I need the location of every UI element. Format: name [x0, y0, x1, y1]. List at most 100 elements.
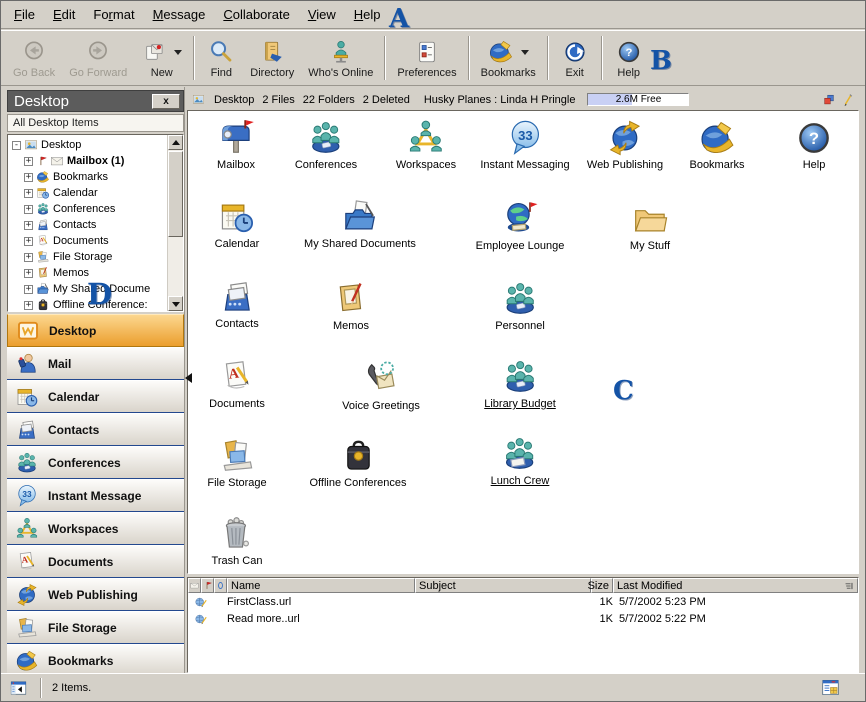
tree-item-conferences[interactable]: + Conferences	[8, 201, 183, 217]
directory-button[interactable]: Directory	[243, 33, 301, 83]
menu-format[interactable]: Format	[84, 4, 143, 25]
tree-item-contacts[interactable]: + Contacts	[8, 217, 183, 233]
desktop-item-trash-can[interactable]: Trash Can	[212, 515, 263, 567]
desktop-header-bar: Desktop 2 Files 22 Folders 2 Deleted Hus…	[187, 89, 859, 110]
menu-collaborate[interactable]: Collaborate	[214, 4, 299, 25]
whos-online-button[interactable]: Who's Online	[301, 33, 380, 83]
menu-view[interactable]: View	[299, 4, 345, 25]
expand-toggle[interactable]: +	[24, 189, 33, 198]
file-row-read-more-url[interactable]: Read more..url 1K 5/7/2002 5:22 PM	[188, 610, 858, 627]
menu-file[interactable]: File	[5, 4, 44, 25]
file-row-firstclass-url[interactable]: FirstClass.url 1K 5/7/2002 5:23 PM	[188, 593, 858, 610]
desktop-item-calendar[interactable]: Calendar	[215, 198, 260, 250]
edit-pencil-icon[interactable]	[841, 93, 855, 107]
desktop-item-personnel[interactable]: Personnel	[495, 280, 545, 332]
desktop-item-my-stuff[interactable]: My Stuff	[630, 200, 670, 252]
desktop-item-conferences[interactable]: Conferences	[295, 119, 357, 171]
desktop-item-contacts[interactable]: Contacts	[215, 278, 258, 330]
expand-toggle[interactable]: +	[24, 237, 33, 246]
desktop-item-mailbox[interactable]: Mailbox	[217, 119, 255, 171]
sidebar-item-instant-message[interactable]: Instant Message	[7, 479, 184, 512]
new-button[interactable]: New	[134, 33, 189, 83]
sidebar-item-documents[interactable]: Documents	[7, 545, 184, 578]
sidebar-item-file-storage[interactable]: File Storage	[7, 611, 184, 644]
desktop-item-lunch-crew[interactable]: Lunch Crew	[491, 435, 550, 487]
flag-column-header[interactable]	[201, 578, 214, 593]
desktop-item-instant-messaging[interactable]: Instant Messaging	[480, 119, 569, 171]
sidebar-item-workspaces[interactable]: Workspaces	[7, 512, 184, 545]
menu-edit[interactable]: Edit	[44, 4, 84, 25]
desktop-item-file-storage[interactable]: File Storage	[207, 437, 266, 489]
expand-toggle[interactable]: +	[24, 285, 33, 294]
scrollbar-thumb[interactable]	[168, 151, 183, 237]
attachment-column-header[interactable]	[214, 578, 227, 593]
splitter-collapse-arrow[interactable]	[180, 373, 192, 383]
help-button[interactable]: Help	[607, 33, 651, 83]
go-back-button[interactable]: Go Back	[6, 33, 62, 83]
new-dropdown-arrow[interactable]	[174, 50, 182, 59]
calendar-icon	[15, 385, 39, 409]
sort-menu-icon[interactable]	[844, 581, 854, 591]
column-header-last-modified[interactable]: Last Modified	[613, 578, 858, 593]
collapse-toggle[interactable]: -	[12, 141, 21, 150]
tree-item-documents[interactable]: + Documents	[8, 233, 183, 249]
sidebar-item-contacts[interactable]: Contacts	[7, 413, 184, 446]
bookmarks-dropdown-arrow[interactable]	[521, 50, 529, 59]
pages-view-icon[interactable]	[822, 93, 836, 107]
menu-help[interactable]: Help	[345, 4, 390, 25]
preferences-button[interactable]: Preferences	[390, 33, 463, 83]
expand-toggle[interactable]: +	[24, 173, 33, 182]
expand-toggle[interactable]: +	[24, 221, 33, 230]
scroll-down-button[interactable]	[168, 296, 183, 311]
exit-button[interactable]: Exit	[553, 33, 597, 83]
expand-toggle[interactable]: +	[24, 253, 33, 262]
desktop-item-documents[interactable]: Documents	[209, 358, 265, 410]
split-view-toggle-icon[interactable]	[9, 679, 28, 697]
go-forward-button[interactable]: Go Forward	[62, 33, 134, 83]
panel-close-button[interactable]: x	[152, 94, 180, 109]
tree-item-mailbox[interactable]: + Mailbox (1)	[8, 153, 183, 169]
expand-toggle[interactable]: +	[24, 269, 33, 278]
trash-can-icon	[212, 515, 263, 553]
menu-message[interactable]: Message	[144, 4, 215, 25]
desktop-item-memos[interactable]: Memos	[332, 280, 370, 332]
desktop-item-offline-conferences[interactable]: Offline Conferences	[309, 437, 406, 489]
desktop-item-workspaces[interactable]: Workspaces	[396, 119, 456, 171]
find-button[interactable]: Find	[199, 33, 243, 83]
instant-messaging-icon	[480, 119, 569, 157]
tree-item-calendar[interactable]: + Calendar	[8, 185, 183, 201]
envelope-column-header[interactable]	[188, 578, 201, 593]
form-view-icon[interactable]	[821, 678, 840, 697]
desktop-item-employee-lounge[interactable]: Employee Lounge	[476, 200, 565, 252]
sidebar-item-conferences[interactable]: Conferences	[7, 446, 184, 479]
column-header-name[interactable]: Name	[227, 578, 415, 593]
tree-item-bookmarks[interactable]: + Bookmarks	[8, 169, 183, 185]
offline-conferences-icon	[309, 437, 406, 475]
desktop-item-help[interactable]: Help	[795, 119, 833, 171]
sidebar-item-mail[interactable]: Mail	[7, 347, 184, 380]
desktop-item-bookmarks[interactable]: Bookmarks	[689, 119, 744, 171]
desktop-item-label: Voice Greetings	[342, 400, 420, 412]
tree-item-desktop[interactable]: - Desktop	[8, 137, 183, 153]
tree-item-file-storage[interactable]: + File Storage	[8, 249, 183, 265]
expand-toggle[interactable]: +	[24, 157, 33, 166]
scroll-up-button[interactable]	[168, 135, 183, 150]
sidebar-item-calendar[interactable]: Calendar	[7, 380, 184, 413]
tree-scrollbar[interactable]	[167, 135, 183, 311]
column-header-size[interactable]: Size	[591, 578, 613, 593]
expand-toggle[interactable]: +	[24, 301, 33, 310]
desktop-item-library-budget[interactable]: Library Budget	[484, 358, 556, 410]
workspaces-icon	[396, 119, 456, 157]
desktop-items-filter[interactable]: All Desktop Items	[7, 114, 184, 132]
expand-toggle[interactable]: +	[24, 205, 33, 214]
bookmarks-button[interactable]: Bookmarks	[474, 33, 543, 83]
files-count: 2 Files	[262, 94, 294, 106]
desktop-item-voice-greetings[interactable]: Voice Greetings	[342, 360, 420, 412]
sidebar-item-label: Mail	[48, 357, 71, 371]
desktop-item-web-publishing[interactable]: Web Publishing	[587, 119, 663, 171]
column-header-subject[interactable]: Subject	[415, 578, 591, 593]
sidebar-item-desktop[interactable]: Desktop	[7, 314, 184, 347]
sidebar-item-web-publishing[interactable]: Web Publishing	[7, 578, 184, 611]
desktop-item-my-shared-documents[interactable]: My Shared Documents	[304, 198, 416, 250]
sidebar-item-bookmarks[interactable]: Bookmarks	[7, 644, 184, 673]
